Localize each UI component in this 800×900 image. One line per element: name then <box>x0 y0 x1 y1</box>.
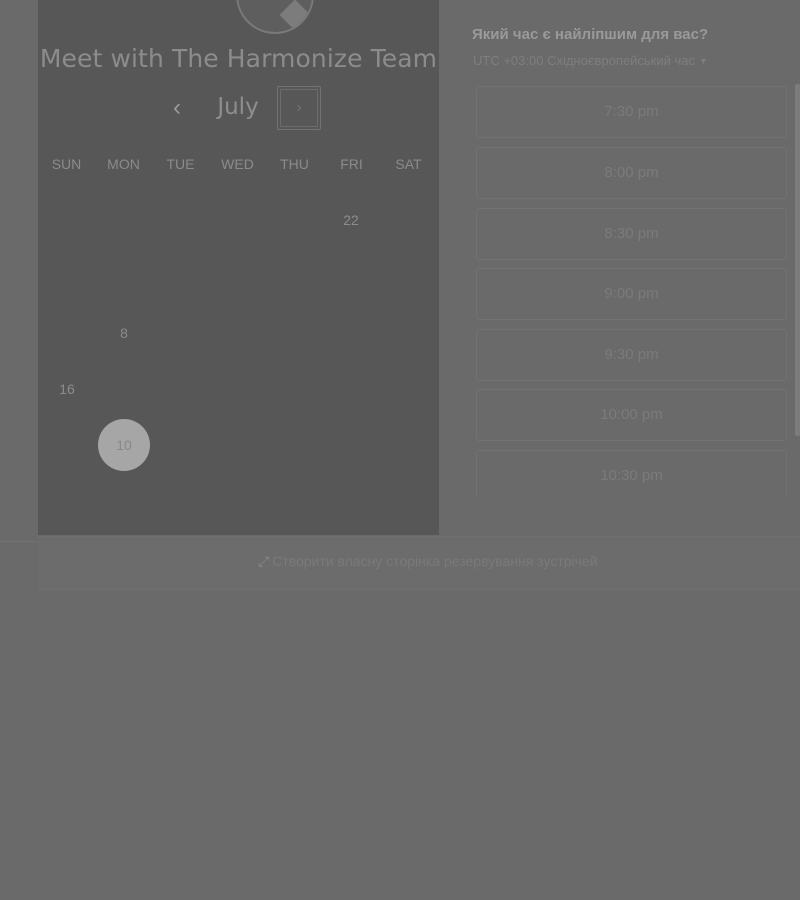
weekday-fri: FRI <box>340 156 363 172</box>
caret-down-icon: ▼ <box>698 56 708 66</box>
time-slot-button[interactable]: 9:30 pm <box>476 329 787 381</box>
time-slot-button[interactable]: 9:00 pm <box>476 268 787 320</box>
footer-bar: ⤢ Створити власну сторінка резервування з… <box>38 536 800 590</box>
time-slot-list: 7:30 pm 8:00 pm 8:30 pm 9:00 pm 9:30 pm … <box>476 86 787 496</box>
time-slot-button[interactable]: 7:30 pm <box>476 86 787 138</box>
timezone-selector[interactable]: UTC +03:00 Східноєвропейський час ▼ <box>473 53 708 68</box>
team-avatar <box>236 0 314 34</box>
weekday-sun: SUN <box>51 156 82 172</box>
wand-icon: ⤢ <box>258 553 270 569</box>
time-slot-button[interactable]: 10:00 pm <box>476 389 787 441</box>
calendar-panel: Meet with The Harmonize Team ‹ July › SU… <box>38 0 439 535</box>
weekday-sat: SAT <box>395 156 422 172</box>
calendar-day[interactable]: 22 <box>325 194 377 246</box>
next-month-button[interactable]: › <box>277 86 321 130</box>
month-navigation: ‹ July › <box>38 86 439 132</box>
calendar-day[interactable]: 16 <box>41 363 93 415</box>
time-slot-button[interactable]: 8:30 pm <box>476 208 787 260</box>
weekday-header: SUN MON TUE WED THU FRI SAT <box>38 156 439 176</box>
calendar-title: Meet with The Harmonize Team <box>39 44 438 73</box>
timezone-label: UTC +03:00 Східноєвропейський час <box>473 53 695 68</box>
time-question-heading: Який час є найліпшим для вас? <box>472 26 709 43</box>
create-booking-page-label: Створити власну сторінка резервування зу… <box>272 553 598 569</box>
weekday-wed: WED <box>221 156 254 172</box>
weekday-tue: TUE <box>166 156 195 172</box>
create-booking-page-link[interactable]: ⤢ Створити власну сторінка резервування з… <box>258 553 598 570</box>
divider <box>0 541 38 542</box>
slots-scrollbar[interactable] <box>795 84 800 436</box>
time-slot-button[interactable]: 10:30 pm <box>476 450 787 496</box>
time-slot-button[interactable]: 8:00 pm <box>476 147 787 199</box>
month-label: July <box>217 94 259 120</box>
weekday-mon: MON <box>107 156 140 172</box>
weekday-thu: THU <box>280 156 309 172</box>
calendar-day[interactable]: 8 <box>98 307 150 359</box>
calendar-day-selected[interactable]: 10 <box>98 419 150 471</box>
prev-month-button[interactable]: ‹ <box>164 92 190 124</box>
